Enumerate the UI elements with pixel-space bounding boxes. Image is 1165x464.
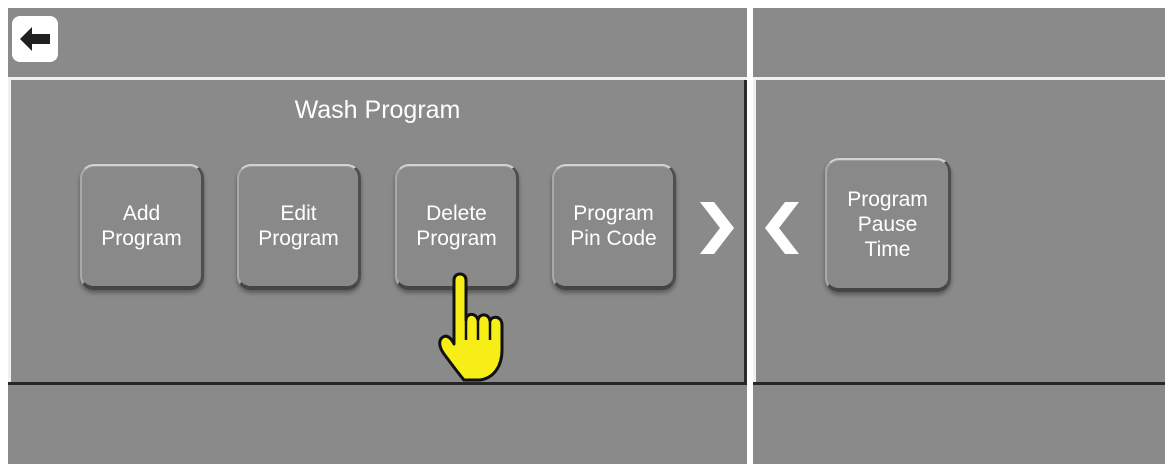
program-pin-code-button[interactable]: Program Pin Code xyxy=(552,164,676,290)
back-button[interactable] xyxy=(12,16,58,62)
top-bar xyxy=(8,8,747,77)
panel-edge xyxy=(744,80,747,382)
button-label: Delete Program xyxy=(416,202,497,250)
panel-edge xyxy=(8,80,11,382)
right-screen: Program Pause Time xyxy=(753,8,1165,464)
delete-program-button[interactable]: Delete Program xyxy=(395,164,519,290)
bottom-bar xyxy=(8,385,747,464)
add-program-button[interactable]: Add Program xyxy=(80,164,204,290)
button-label: Add Program xyxy=(101,202,182,250)
panel-edge xyxy=(753,80,756,382)
chevron-left-icon[interactable] xyxy=(763,200,805,256)
chevron-right-icon[interactable] xyxy=(694,200,736,256)
edit-program-button[interactable]: Edit Program xyxy=(237,164,361,290)
main-panel xyxy=(753,80,1165,382)
program-pause-time-button[interactable]: Program Pause Time xyxy=(825,158,951,292)
arrow-left-icon xyxy=(20,27,50,51)
left-screen: Wash Program Add Program Edit Program De… xyxy=(8,8,747,464)
button-label: Program Pin Code xyxy=(570,202,657,250)
button-label: Edit Program xyxy=(258,202,339,250)
bottom-bar xyxy=(753,385,1165,464)
top-bar xyxy=(753,8,1165,77)
panel-title: Wash Program xyxy=(294,96,461,124)
button-label: Program Pause Time xyxy=(847,187,928,261)
